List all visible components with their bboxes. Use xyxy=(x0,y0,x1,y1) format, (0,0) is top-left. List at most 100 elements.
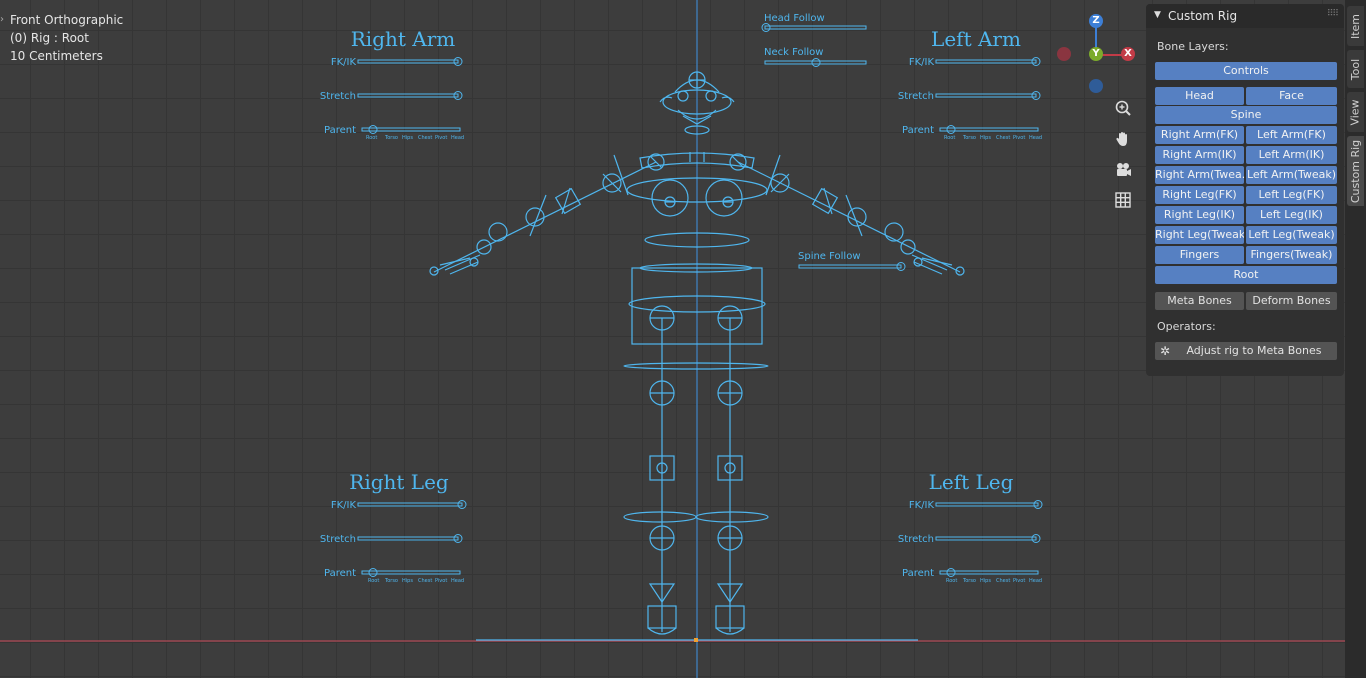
head-follow-slider[interactable] xyxy=(764,25,867,30)
right-arm-stretch-label: Stretch xyxy=(320,91,356,102)
head-follow-label: Head Follow xyxy=(764,13,825,24)
right-arm-parent-handle[interactable] xyxy=(368,125,378,134)
head-follow-handle[interactable] xyxy=(761,23,771,32)
right-leg-ik-button[interactable]: Right Leg(IK) xyxy=(1155,206,1244,224)
tab-item[interactable]: Item xyxy=(1347,6,1364,46)
tab-view-label: View xyxy=(1349,98,1363,126)
tick-root: Root xyxy=(946,578,957,584)
fingers-button[interactable]: Fingers xyxy=(1155,246,1244,264)
left-leg-stretch-slider[interactable] xyxy=(935,536,1037,541)
left-arm-widget[interactable]: Left Arm FK/IK Stretch Parent Root Torso… xyxy=(898,27,1042,141)
tick-pivot: Pivot xyxy=(1013,578,1025,584)
hip-controls[interactable] xyxy=(623,263,769,370)
left-leg-stretch-label: Stretch xyxy=(898,534,934,545)
right-arm-fk-button[interactable]: Right Arm(FK) xyxy=(1155,126,1244,144)
tick-root: Root xyxy=(366,135,377,141)
tab-custom-rig[interactable]: Custom Rig xyxy=(1347,136,1364,206)
gizmo-neg-z-axis[interactable] xyxy=(1089,79,1103,93)
left-arm-fkik-slider[interactable] xyxy=(935,59,1037,64)
right-arm-tweak-button[interactable]: Right Arm(Twea... xyxy=(1155,166,1244,184)
tick-torso: Torso xyxy=(962,135,976,141)
tick-torso: Torso xyxy=(384,135,398,141)
panel-header[interactable]: ▼ Custom Rig ⠿⠿ xyxy=(1146,4,1344,28)
tick-pivot: Pivot xyxy=(435,135,447,141)
grid-icon[interactable] xyxy=(1110,187,1136,213)
collapse-triangle-icon[interactable]: ▼ xyxy=(1154,10,1161,20)
root-layer-button[interactable]: Root xyxy=(1155,266,1337,284)
right-leg-tweak-button[interactable]: Right Leg(Tweak) xyxy=(1155,226,1244,244)
right-leg-fkik-label: FK/IK xyxy=(331,500,357,511)
left-leg-parent-handle[interactable] xyxy=(946,568,956,577)
spine-follow-widget[interactable]: Spine Follow xyxy=(798,251,906,271)
controls-layer-button[interactable]: Controls xyxy=(1155,62,1337,80)
left-leg-tweak-button[interactable]: Left Leg(Tweak) xyxy=(1246,226,1337,244)
left-arm-ik-button[interactable]: Left Arm(IK) xyxy=(1246,146,1337,164)
right-arm-stretch-slider[interactable] xyxy=(357,93,459,98)
tab-tool-label: Tool xyxy=(1349,58,1362,80)
right-leg-parent-label: Parent xyxy=(324,568,356,579)
left-arm-parent-label: Parent xyxy=(902,125,934,136)
right-leg-stretch-slider[interactable] xyxy=(357,536,459,541)
head-follow-widget[interactable]: Head Follow xyxy=(761,13,867,32)
left-arm-title: Left Arm xyxy=(931,27,1021,51)
right-arm-ik-button[interactable]: Right Arm(IK) xyxy=(1155,146,1244,164)
face-layer-button[interactable]: Face xyxy=(1246,87,1337,105)
left-arm-stretch-slider[interactable] xyxy=(935,93,1037,98)
spine-layer-button[interactable]: Spine xyxy=(1155,106,1337,124)
left-leg-widget[interactable]: Left Leg FK/IK Stretch Parent Root Torso… xyxy=(898,470,1043,584)
neck-follow-widget[interactable]: Neck Follow xyxy=(764,47,867,67)
right-leg-fk-button[interactable]: Right Leg(FK) xyxy=(1155,186,1244,204)
gizmo-neg-x-axis[interactable] xyxy=(1057,47,1071,61)
right-arm-fkik-slider[interactable] xyxy=(357,59,459,64)
sidebar-tabs: Item Tool View Custom Rig xyxy=(1345,0,1366,678)
neck-follow-handle[interactable] xyxy=(811,58,821,67)
camera-icon[interactable] xyxy=(1110,157,1136,183)
left-leg-fkik-slider[interactable] xyxy=(935,502,1039,507)
drag-grip-icon[interactable]: ⠿⠿ xyxy=(1327,9,1339,19)
right-leg-stretch-label: Stretch xyxy=(320,534,356,545)
tab-custom-rig-label: Custom Rig xyxy=(1349,139,1363,203)
spine-follow-slider[interactable] xyxy=(798,264,902,269)
right-leg-fkik-slider[interactable] xyxy=(357,502,463,507)
hand-pan-icon[interactable] xyxy=(1110,126,1136,152)
left-leg-controls[interactable] xyxy=(695,318,769,635)
neck-follow-label: Neck Follow xyxy=(764,47,823,58)
right-leg-parent-handle[interactable] xyxy=(368,568,378,577)
head-layer-button[interactable]: Head xyxy=(1155,87,1244,105)
left-arm-tweak-button[interactable]: Left Arm(Tweak) xyxy=(1246,166,1337,184)
right-arm-widget[interactable]: Right Arm FK/IK Stretch Parent Root Tors… xyxy=(320,27,464,141)
view-name: Front Orthographic xyxy=(10,13,124,27)
tab-view[interactable]: View xyxy=(1347,92,1364,132)
fingers-tweak-button[interactable]: Fingers(Tweak) xyxy=(1246,246,1337,264)
tick-head: Head xyxy=(1029,135,1042,141)
left-leg-ik-button[interactable]: Left Leg(IK) xyxy=(1246,206,1337,224)
gizmo-y-axis[interactable]: Y xyxy=(1089,47,1103,61)
meta-bones-button[interactable]: Meta Bones xyxy=(1155,292,1244,310)
panel-title: Custom Rig xyxy=(1168,9,1238,23)
tick-root: Root xyxy=(368,578,379,584)
toolbar-expand-icon[interactable]: › xyxy=(0,14,4,25)
left-arm-parent-handle[interactable] xyxy=(946,125,956,134)
custom-rig-panel: ▼ Custom Rig ⠿⠿ Bone Layers: Controls He… xyxy=(1146,4,1344,376)
right-leg-parent-ticks: Root Torso Hips Chest Pivot Head xyxy=(368,578,464,584)
armature-icon: ✲ xyxy=(1160,344,1171,358)
right-arm-controls[interactable] xyxy=(429,161,657,276)
zoom-icon[interactable] xyxy=(1110,95,1136,121)
right-leg-widget[interactable]: Right Leg FK/IK Stretch Parent Root Tors… xyxy=(320,470,467,584)
neck-follow-slider[interactable] xyxy=(764,60,867,65)
right-leg-controls[interactable] xyxy=(623,318,697,635)
tab-tool[interactable]: Tool xyxy=(1347,50,1364,88)
left-leg-fk-button[interactable]: Left Leg(FK) xyxy=(1246,186,1337,204)
adjust-rig-label: Adjust rig to Meta Bones xyxy=(1186,344,1322,357)
adjust-rig-button[interactable]: ✲ Adjust rig to Meta Bones xyxy=(1155,342,1337,360)
left-arm-fk-button[interactable]: Left Arm(FK) xyxy=(1246,126,1337,144)
gizmo-z-axis[interactable]: Z xyxy=(1089,14,1103,28)
deform-bones-button[interactable]: Deform Bones xyxy=(1246,292,1337,310)
tick-head: Head xyxy=(451,135,464,141)
operators-label: Operators: xyxy=(1157,320,1216,333)
right-arm-fkik-label: FK/IK xyxy=(331,57,357,68)
gizmo-x-axis[interactable]: X xyxy=(1121,47,1135,61)
spine-follow-label: Spine Follow xyxy=(798,251,861,262)
left-leg-fkik-label: FK/IK xyxy=(909,500,935,511)
tick-torso: Torso xyxy=(962,578,976,584)
